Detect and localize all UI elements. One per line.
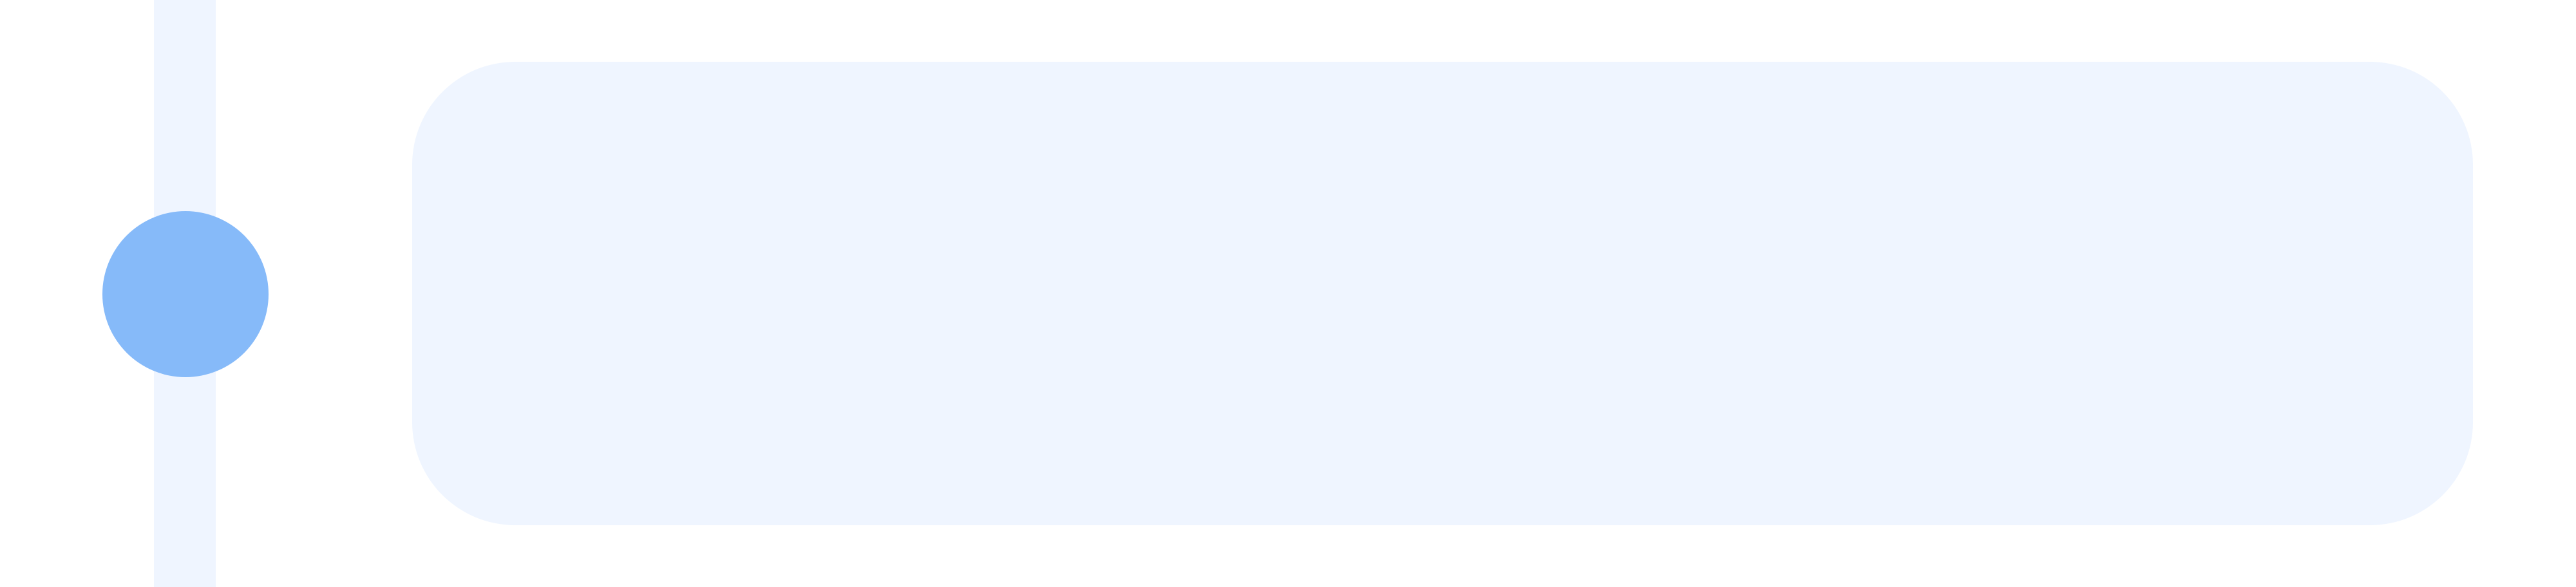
timeline-marker-dot — [102, 211, 269, 377]
timeline-card — [412, 62, 2473, 525]
timeline-page — [0, 0, 2576, 587]
